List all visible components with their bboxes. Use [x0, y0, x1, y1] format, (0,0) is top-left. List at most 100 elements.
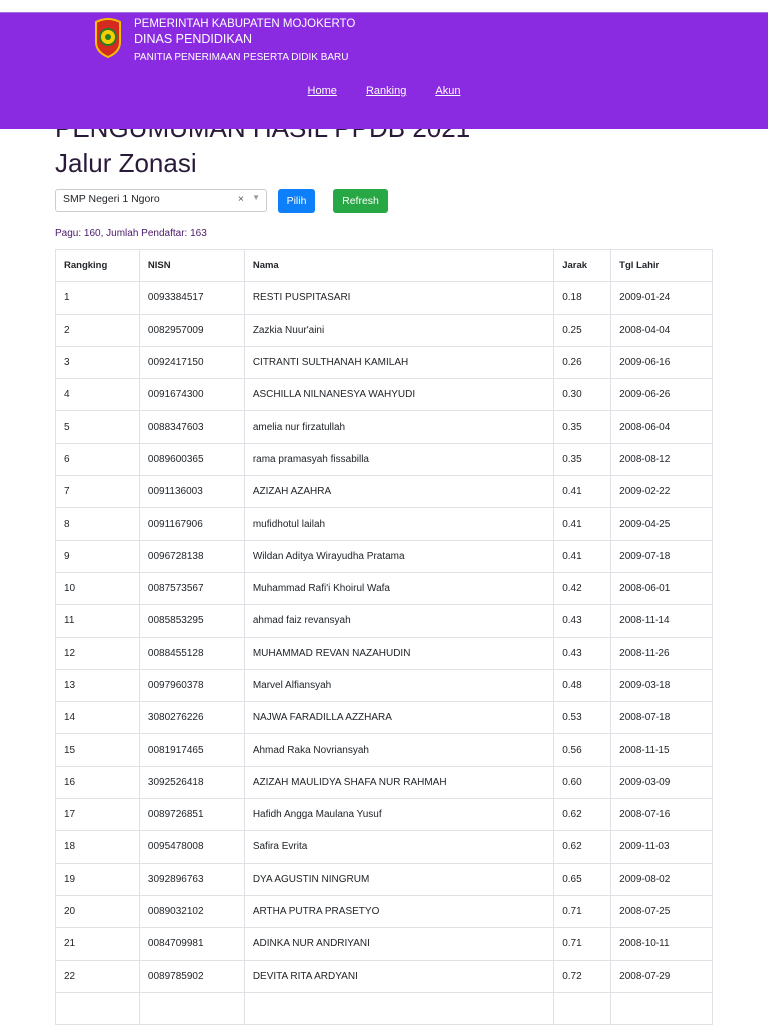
- table-cell: Wildan Aditya Wirayudha Pratama: [243, 539, 555, 573]
- table-cell: [610, 991, 713, 1025]
- table-cell: [243, 991, 555, 1025]
- table-cell: 17: [55, 798, 140, 832]
- table-cell: 2009-03-09: [610, 765, 713, 800]
- table-cell: 0.42: [553, 571, 612, 606]
- pilih-button[interactable]: Pilih: [278, 189, 315, 213]
- table-cell: ASCHILLA NILNANESYA WAHYUDI: [243, 378, 555, 412]
- table-row: 7 0091136003 AZIZAH AZAHRA 0.41 2009-02-22: [55, 475, 713, 509]
- table-cell: 3: [55, 345, 140, 380]
- table-cell: 2009-01-24: [610, 281, 713, 315]
- table-cell: 3080276226: [138, 701, 245, 735]
- table-cell: DYA AGUSTIN NINGRUM: [243, 862, 555, 896]
- table-cell: 0.35: [553, 410, 612, 444]
- table-row: 5 0088347603 amelia nur firzatullah 0.35 200…: [55, 410, 713, 444]
- table-cell: Muhammad Rafi'i Khoirul Wafa: [243, 571, 555, 606]
- table-row: 12 0088455128 MUHAMMAD REVAN NAZAHUDIN 0.43…: [55, 636, 713, 670]
- table-cell: ahmad faiz revansyah: [243, 604, 555, 638]
- table-row: 21 0084709981 ADINKA NUR ANDRIYANI 0.71 2008…: [55, 927, 713, 961]
- table-cell: 0089032102: [138, 894, 245, 929]
- column-header: Jarak: [553, 248, 612, 283]
- table-cell: 2008-10-11: [610, 927, 713, 961]
- table-row: 17 0089726851 Hafidh Angga Maulana Yusuf 0.…: [55, 798, 713, 832]
- table-cell: ARTHA PUTRA PRASETYO: [243, 894, 555, 929]
- table-cell: 0089600365: [138, 442, 245, 477]
- table-cell: 0.35: [553, 442, 612, 477]
- quota-info: Pagu: 160, Jumlah Pendaftar: 163: [55, 228, 207, 239]
- table-cell: 0.43: [553, 604, 612, 638]
- table-cell: DEVITA RITA ARDYANI: [243, 959, 555, 993]
- table-cell: 8: [55, 507, 140, 541]
- table-cell: 0091674300: [138, 378, 245, 412]
- table-cell: 21: [55, 927, 140, 961]
- table-cell: 0088347603: [138, 410, 245, 444]
- main-nav: Home Ranking Akun: [0, 85, 768, 97]
- nav-ranking[interactable]: Ranking: [366, 85, 406, 97]
- table-cell: 0091136003: [138, 475, 245, 509]
- table-cell: [553, 991, 612, 1025]
- table-row: 15 0081917465 Ahmad Raka Novriansyah 0.56 20…: [55, 733, 713, 767]
- column-header: Rangking: [55, 248, 140, 283]
- nav-home[interactable]: Home: [308, 85, 337, 97]
- table-cell: 0.48: [553, 668, 612, 703]
- table-cell: 1: [55, 281, 140, 315]
- table-cell: 20: [55, 894, 140, 929]
- table-cell: AZIZAH MAULIDYA SHAFA NUR RAHMAH: [243, 765, 555, 800]
- table-row: 8 0091167906 mufidhotul lailah 0.41 2009-04-…: [55, 507, 713, 541]
- table-cell: 0.62: [553, 798, 612, 832]
- table-cell: 0.18: [553, 281, 612, 315]
- table-cell: 2008-08-12: [610, 442, 713, 477]
- table-row: 18 0095478008 Safira Evrita 0.62 2009-11-03: [55, 830, 713, 864]
- table-cell: 0.65: [553, 862, 612, 896]
- school-select[interactable]: SMP Negeri 1 Ngoro × ▼: [55, 189, 267, 212]
- table-cell: [55, 991, 140, 1025]
- table-cell: 2008-11-14: [610, 604, 713, 638]
- table-cell: 2009-08-02: [610, 862, 713, 896]
- refresh-button[interactable]: Refresh: [333, 189, 388, 213]
- column-header: NISN: [138, 248, 245, 283]
- nav-akun[interactable]: Akun: [435, 85, 460, 97]
- table-cell: 2: [55, 313, 140, 347]
- table-row-empty: [55, 991, 713, 1025]
- table-cell: 3092526418: [138, 765, 245, 800]
- table-cell: Hafidh Angga Maulana Yusuf: [243, 798, 555, 832]
- column-header: Tgl Lahir: [610, 248, 713, 283]
- table-cell: 0.41: [553, 475, 612, 509]
- table-row: 20 0089032102 ARTHA PUTRA PRASETYO 0.71 2008…: [55, 894, 713, 929]
- table-cell: 5: [55, 410, 140, 444]
- column-header: Nama: [243, 248, 555, 283]
- table-cell: 0.71: [553, 927, 612, 961]
- table-row: 10 0087573567 Muhammad Rafi'i Khoirul Wafa…: [55, 571, 713, 606]
- table-cell: 0085853295: [138, 604, 245, 638]
- table-cell: 2009-07-18: [610, 539, 713, 573]
- table-cell: rama pramasyah fissabilla: [243, 442, 555, 477]
- table-cell: 0.43: [553, 636, 612, 670]
- table-cell: ADINKA NUR ANDRIYANI: [243, 927, 555, 961]
- table-cell: NAJWA FARADILLA AZZHARA: [243, 701, 555, 735]
- table-cell: 15: [55, 733, 140, 767]
- table-row: 19 3092896763 DYA AGUSTIN NINGRUM 0.65 2009-…: [55, 862, 713, 896]
- table-row: 22 0089785902 DEVITA RITA ARDYANI 0.72 2008-…: [55, 959, 713, 993]
- table-row: 9 0096728138 Wildan Aditya Wirayudha Prata…: [55, 539, 713, 573]
- table-cell: Ahmad Raka Novriansyah: [243, 733, 555, 767]
- table-cell: 13: [55, 668, 140, 703]
- table-cell: 2008-11-15: [610, 733, 713, 767]
- chevron-down-icon[interactable]: ▼: [252, 193, 260, 202]
- table-row: 3 0092417150 CITRANTI SULTHANAH KAMILAH 0.2…: [55, 345, 713, 380]
- table-row: 2 0082957009 Zazkia Nuur'aini 0.25 2008-04-0…: [55, 313, 713, 347]
- table-cell: 19: [55, 862, 140, 896]
- table-cell: 0.56: [553, 733, 612, 767]
- table-cell: 0097960378: [138, 668, 245, 703]
- table-cell: 2009-02-22: [610, 475, 713, 509]
- table-cell: 0092417150: [138, 345, 245, 380]
- ranking-table: Rangking NISN Nama Jarak Tgl Lahir 1 00933845…: [55, 248, 713, 1025]
- table-cell: Zazkia Nuur'aini: [243, 313, 555, 347]
- table-cell: [138, 991, 245, 1025]
- clear-icon[interactable]: ×: [238, 193, 244, 205]
- table-cell: 0.30: [553, 378, 612, 412]
- table-cell: 0.53: [553, 701, 612, 735]
- table-row: 16 3092526418 AZIZAH MAULIDYA SHAFA NUR RA…: [55, 765, 713, 800]
- site-header: PEMERINTAH KABUPATEN MOJOKERTO DINAS PEN…: [0, 12, 768, 129]
- table-cell: 7: [55, 475, 140, 509]
- table-cell: 10: [55, 571, 140, 606]
- table-cell: 0087573567: [138, 571, 245, 606]
